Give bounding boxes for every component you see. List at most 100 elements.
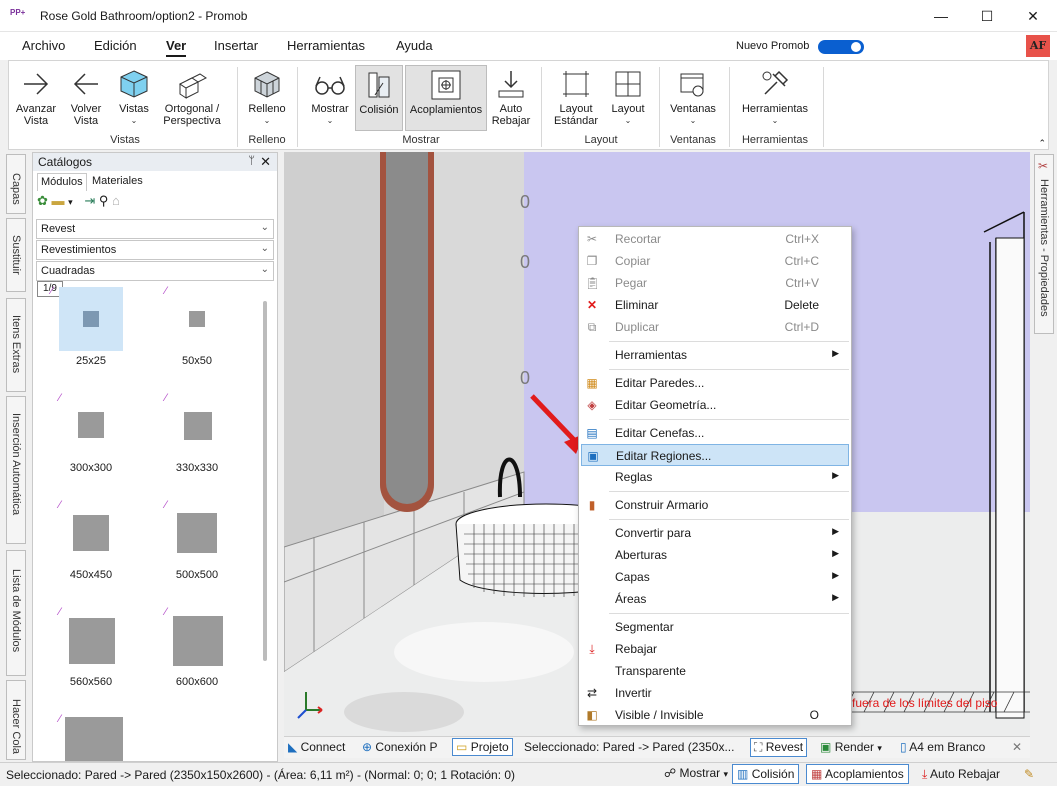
menu-convertir-para[interactable]: Convertir para ▶ <box>581 522 849 544</box>
menu-transparente[interactable]: Transparente <box>581 660 849 682</box>
tab-lista-modulos[interactable]: Lista de Módulos <box>6 550 26 676</box>
avanzar-vista-button[interactable]: Avanzar Vista <box>15 65 57 127</box>
regions-icon: ▣ <box>587 449 599 463</box>
menu-reglas[interactable]: Reglas ▶ <box>581 466 849 488</box>
import-icon[interactable]: ⇥ <box>84 193 95 208</box>
auto-rebajar-button[interactable]: Auto Rebajar <box>489 65 533 127</box>
binoculars-icon[interactable]: ⚲ <box>99 193 109 208</box>
acoplamientos-label: Acoplamientos <box>409 104 483 116</box>
menu-duplicar[interactable]: ⧉ Duplicar Ctrl+D <box>581 316 849 338</box>
menu-herramientas-sub[interactable]: Herramientas ▶ <box>581 344 849 366</box>
menu-segmentar[interactable]: Segmentar <box>581 616 849 638</box>
tile-thumbnail <box>177 513 217 553</box>
tab-materiales[interactable]: Materiales <box>89 173 146 191</box>
tile-450x450[interactable]: ⁄ 450x450 <box>41 497 141 597</box>
tile-partial[interactable]: ⁄ <box>41 711 141 761</box>
tile-330x330[interactable]: ⁄ 330x330 <box>147 390 247 490</box>
pencil-icon[interactable]: ✎ <box>1024 767 1034 781</box>
acoplamientos-status-button[interactable]: ▦ Acoplamientos <box>806 764 909 784</box>
menu-eliminar[interactable]: ✕ Eliminar Delete <box>581 294 849 316</box>
auto-rebajar-status-button[interactable]: ⤓ Auto Rebajar <box>922 767 1000 782</box>
properties-dock-tab[interactable]: ✂ Herramientas - Propiedades <box>1034 154 1054 334</box>
catalog-title: Catálogos <box>38 155 93 169</box>
tab-sustituir[interactable]: Sustituir <box>6 218 26 292</box>
cabinet-icon: ▮ <box>588 498 596 512</box>
menu-editar-geometria[interactable]: ◈ Editar Geometría... <box>581 394 849 416</box>
tile-300x300[interactable]: ⁄ 300x300 <box>41 390 141 490</box>
menu-shortcut: Delete <box>784 298 819 312</box>
menu-copiar[interactable]: ❐ Copiar Ctrl+C <box>581 250 849 272</box>
menu-visible-invisible[interactable]: ◧ Visible / Invisible O <box>581 704 849 726</box>
user-avatar[interactable]: AF <box>1026 35 1050 57</box>
menu-aberturas[interactable]: Aberturas ▶ <box>581 544 849 566</box>
catalog-dropdown-3[interactable]: Cuadradas ⌄ <box>36 261 274 281</box>
menu-pegar[interactable]: 📋︎ Pegar Ctrl+V <box>581 272 849 294</box>
mostrar-status-button[interactable]: ☍ Mostrar ▾ <box>664 766 728 780</box>
window-gear-icon <box>665 65 721 103</box>
menu-invertir[interactable]: ⇄ Invertir <box>581 682 849 704</box>
menu-insertar[interactable]: Insertar <box>214 38 258 53</box>
close-button[interactable]: ✕ <box>1010 0 1056 32</box>
menu-editar-regiones[interactable]: ▣ Editar Regiones... <box>581 444 849 466</box>
tab-sustituir-label: Sustituir <box>10 235 22 275</box>
menu-archivo[interactable]: Archivo <box>22 38 65 53</box>
conexion-tab[interactable]: ⊕ Conexión P <box>362 740 437 754</box>
menu-label: Editar Cenefas... <box>615 426 705 440</box>
connect-tab[interactable]: ◣ Connect <box>288 740 345 754</box>
menu-editar-cenefas[interactable]: ▤ Editar Cenefas... <box>581 422 849 444</box>
tile-25x25[interactable]: ⁄ 25x25 <box>41 283 141 383</box>
revest-tab[interactable]: ⛶ Revest <box>750 738 808 757</box>
tile-600x600[interactable]: ⁄ 600x600 <box>147 604 247 704</box>
menu-editar-paredes[interactable]: ▦ Editar Paredes... <box>581 372 849 394</box>
catalog-dropdown-1[interactable]: Revest ⌄ <box>36 219 274 239</box>
ortogonal-button[interactable]: Ortogonal / Perspectiva <box>155 65 229 127</box>
ruler-icon[interactable]: ▬ <box>52 193 65 208</box>
relleno-button[interactable]: Relleno ⌄ <box>243 65 291 127</box>
catalog-dropdown-2[interactable]: Revestimientos ⌄ <box>36 240 274 260</box>
close-tab-icon[interactable]: ✕ <box>1012 740 1022 754</box>
catalog-scrollbar[interactable] <box>263 301 267 661</box>
maximize-button[interactable]: ☐ <box>964 0 1010 32</box>
minimize-button[interactable]: — <box>918 0 964 32</box>
wand-icon: ⁄ <box>59 713 61 725</box>
tile-500x500[interactable]: ⁄ 500x500 <box>147 497 247 597</box>
collapse-ribbon-icon[interactable]: ⌃ <box>1038 138 1046 149</box>
glasses-icon: ☍ <box>664 766 677 780</box>
tile-560x560[interactable]: ⁄ 560x560 <box>41 604 141 704</box>
layout-estandar-button[interactable]: Layout Estándar <box>551 65 601 127</box>
tab-hacer-cola[interactable]: Hacer Cola <box>6 680 26 760</box>
menu-ayuda[interactable]: Ayuda <box>396 38 433 53</box>
colision-button[interactable]: Colisión <box>355 65 403 131</box>
tree-icon[interactable]: ✿ <box>37 193 48 208</box>
colision-status-button[interactable]: ▥ Colisión <box>732 764 800 784</box>
close-panel-icon[interactable]: ✕ <box>260 154 271 170</box>
menu-construir-armario[interactable]: ▮ Construir Armario <box>581 494 849 516</box>
menu-capas[interactable]: Capas ▶ <box>581 566 849 588</box>
menu-areas[interactable]: Áreas ▶ <box>581 588 849 610</box>
dropdown-arrow-icon[interactable]: ▾ <box>68 197 73 207</box>
menu-recortar[interactable]: ✂ Recortar Ctrl+X <box>581 228 849 250</box>
a4-tab[interactable]: ▯ A4 em Branco <box>900 740 985 754</box>
tab-capas[interactable]: Capas <box>6 154 26 214</box>
filter-icon[interactable]: ⌂ <box>112 193 120 208</box>
projeto-tab[interactable]: ▭ Projeto <box>452 738 513 756</box>
render-tab[interactable]: ▣ Render ▾ <box>820 740 882 754</box>
acoplamientos-button[interactable]: Acoplamientos <box>405 65 487 131</box>
tile-50x50[interactable]: ⁄ 50x50 <box>147 283 247 383</box>
tab-itens-extras[interactable]: Itens Extras <box>6 298 26 392</box>
menu-label: Recortar <box>615 232 662 246</box>
vistas-button[interactable]: Vistas ⌄ <box>113 65 155 127</box>
nuevo-promob-toggle[interactable] <box>818 40 864 54</box>
mostrar-button[interactable]: Mostrar ⌄ <box>307 65 353 127</box>
menu-ver[interactable]: Ver <box>166 38 187 57</box>
herramientas-button[interactable]: Herramientas ⌄ <box>735 65 815 127</box>
ventanas-button[interactable]: Ventanas ⌄ <box>665 65 721 127</box>
volver-vista-button[interactable]: Volver Vista <box>65 65 107 127</box>
tab-insercion-automatica[interactable]: Inserción Automática <box>6 396 26 544</box>
menu-edicion[interactable]: Edición <box>94 38 137 53</box>
menu-herramientas[interactable]: Herramientas <box>287 38 365 53</box>
menu-rebajar[interactable]: ⤓ Rebajar <box>581 638 849 660</box>
layout-button[interactable]: Layout ⌄ <box>607 65 649 127</box>
tab-modulos[interactable]: Módulos <box>37 173 87 191</box>
pin-icon[interactable]: ᛘ <box>248 155 255 167</box>
